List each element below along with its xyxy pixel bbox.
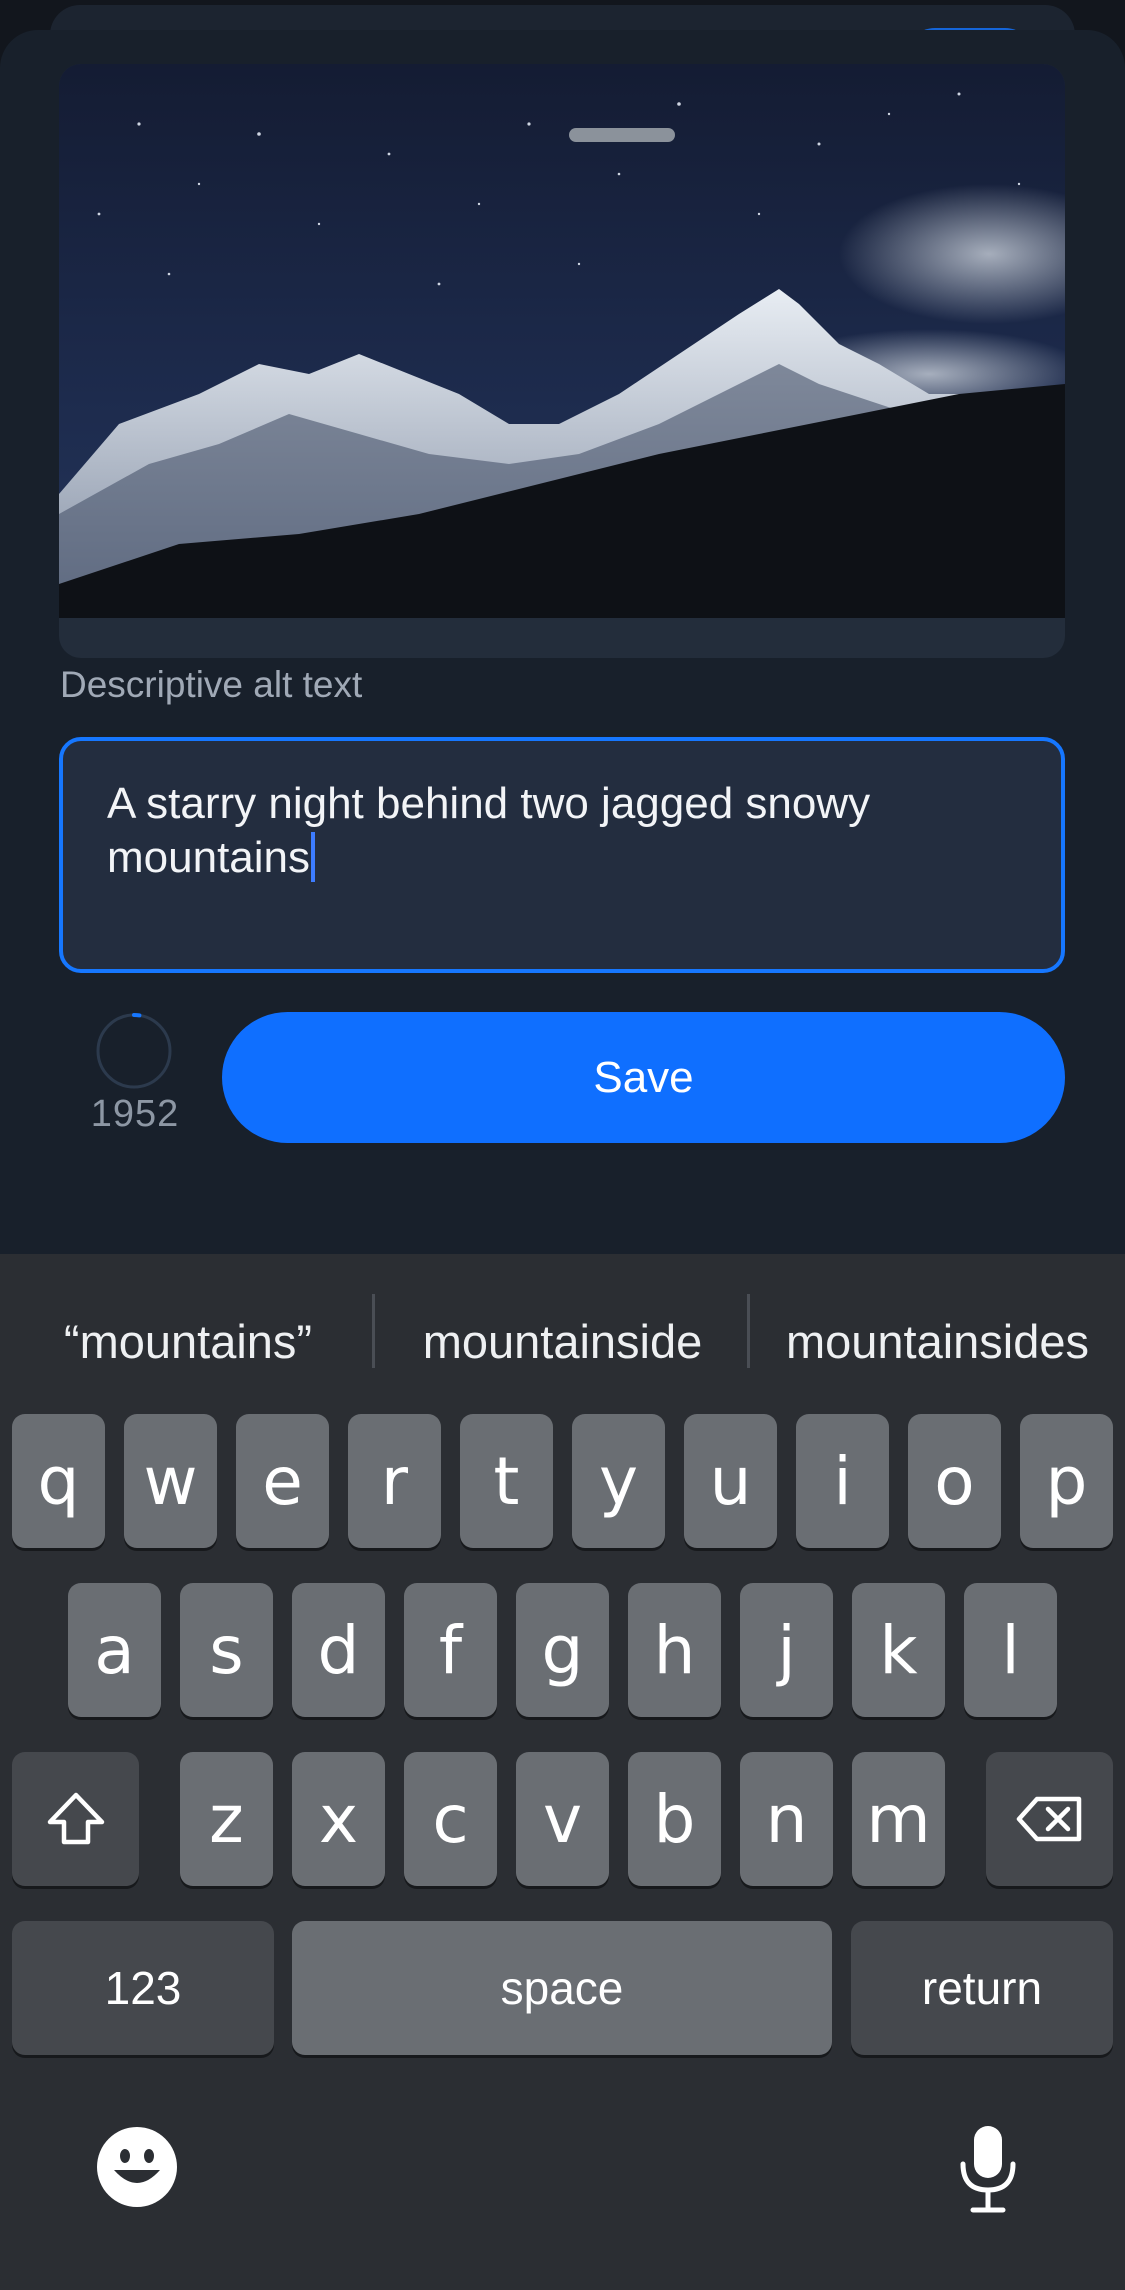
backspace-key[interactable] xyxy=(986,1752,1113,1886)
return-key[interactable]: return xyxy=(851,1921,1113,2055)
key-i[interactable]: i xyxy=(796,1414,889,1548)
suggestion-divider xyxy=(372,1294,375,1368)
key-s[interactable]: s xyxy=(180,1583,273,1717)
on-screen-keyboard: “mountains” mountainside mountainsides q… xyxy=(0,1254,1125,2290)
shift-key[interactable] xyxy=(12,1752,139,1886)
media-preview-card xyxy=(59,64,1065,658)
suggestion-1[interactable]: “mountains” xyxy=(18,1314,358,1369)
alt-text-label: Descriptive alt text xyxy=(60,664,363,705)
space-key[interactable]: space xyxy=(292,1921,832,2055)
key-d[interactable]: d xyxy=(292,1583,385,1717)
key-g[interactable]: g xyxy=(516,1583,609,1717)
key-p[interactable]: p xyxy=(1020,1414,1113,1548)
key-v[interactable]: v xyxy=(516,1752,609,1886)
key-a[interactable]: a xyxy=(68,1583,161,1717)
character-counter: 1952 xyxy=(90,1093,180,1135)
key-b[interactable]: b xyxy=(628,1752,721,1886)
key-x[interactable]: x xyxy=(292,1752,385,1886)
key-w[interactable]: w xyxy=(124,1414,217,1548)
text-caret xyxy=(311,832,316,882)
key-f[interactable]: f xyxy=(404,1583,497,1717)
suggestion-divider xyxy=(747,1294,750,1368)
key-e[interactable]: e xyxy=(236,1414,329,1548)
alt-text-input[interactable]: A starry night behind two jagged snowy m… xyxy=(59,737,1065,973)
numbers-key[interactable]: 123 xyxy=(12,1921,274,2055)
key-q[interactable]: q xyxy=(12,1414,105,1548)
key-h[interactable]: h xyxy=(628,1583,721,1717)
key-r[interactable]: r xyxy=(348,1414,441,1548)
suggestion-3[interactable]: mountainsides xyxy=(760,1314,1115,1369)
key-l[interactable]: l xyxy=(964,1583,1057,1717)
key-m[interactable]: m xyxy=(852,1752,945,1886)
key-t[interactable]: t xyxy=(460,1414,553,1548)
key-k[interactable]: k xyxy=(852,1583,945,1717)
microphone-icon[interactable] xyxy=(957,2124,1019,2216)
mountain-photo xyxy=(59,64,1065,618)
key-n[interactable]: n xyxy=(740,1752,833,1886)
emoji-icon[interactable] xyxy=(96,2126,178,2208)
character-counter-ring xyxy=(96,1013,172,1089)
key-j[interactable]: j xyxy=(740,1583,833,1717)
sheet-drag-handle[interactable] xyxy=(569,128,675,142)
key-o[interactable]: o xyxy=(908,1414,1001,1548)
key-y[interactable]: y xyxy=(572,1414,665,1548)
alt-text-sheet: Descriptive alt text A starry night behi… xyxy=(0,30,1125,1330)
shift-icon xyxy=(47,1792,104,1845)
key-c[interactable]: c xyxy=(404,1752,497,1886)
key-z[interactable]: z xyxy=(180,1752,273,1886)
suggestion-2[interactable]: mountainside xyxy=(390,1314,735,1369)
save-button[interactable]: Save xyxy=(222,1012,1065,1143)
key-u[interactable]: u xyxy=(684,1414,777,1548)
alt-text-value: A starry night behind two jagged snowy m… xyxy=(107,779,871,882)
backspace-icon xyxy=(1016,1796,1081,1842)
